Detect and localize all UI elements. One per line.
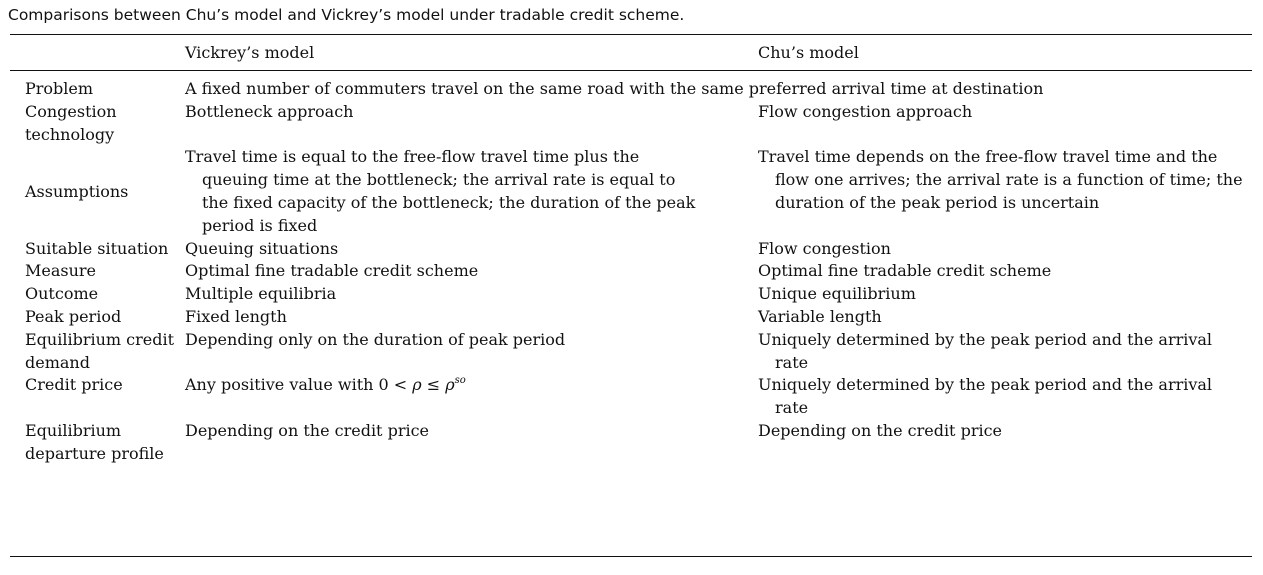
cell-chu: Flow congestion approach [758, 101, 973, 121]
cell-vickrey: Optimal fine tradable credit scheme [185, 261, 479, 281]
cell-chu: Optimal fine tradable credit scheme [758, 261, 1052, 281]
row-label-assumptions: Assumptions [25, 181, 129, 201]
cell-chu: Uniquely determined by the peak period a… [758, 329, 1213, 372]
table-row: Problem A fixed number of commuters trav… [10, 78, 1252, 101]
row-label-equilibrium-credit-demand: Equilibrium credit demand [25, 329, 175, 372]
table-row: Peak period Fixed length Variable length [10, 306, 1252, 329]
row-label-peak-period: Peak period [25, 306, 122, 326]
table-row: Credit price Any positive value with 0 <… [10, 374, 1252, 420]
cell-vickrey: Fixed length [185, 306, 287, 326]
cell-vickrey: Travel time is equal to the free-flow tr… [185, 147, 696, 235]
row-label-credit-price: Credit price [25, 375, 123, 395]
row-label-outcome: Outcome [25, 284, 99, 304]
row-label-congestion-technology: Congestion technology [25, 101, 117, 144]
so-superscript: so [454, 375, 466, 387]
comparison-table: Vickrey’s model Chu’s model Problem A fi… [10, 42, 1252, 466]
table-row: Congestion technology Bottleneck approac… [10, 101, 1252, 147]
cell-problem: A fixed number of commuters travel on th… [185, 79, 1044, 98]
credit-price-text: Any positive value with 0 < [185, 375, 413, 395]
table-row: Outcome Multiple equilibria Unique equil… [10, 283, 1252, 306]
cell-vickrey: Depending on the credit price [185, 420, 430, 440]
header-vickrey: Vickrey’s model [185, 43, 315, 62]
spacer-row [10, 70, 1252, 78]
cell-vickrey-credit-price: Any positive value with 0 < ρ ≤ ρso [185, 374, 758, 420]
header-chu: Chu’s model [758, 43, 859, 62]
row-label-equilibrium-departure-profile: Equilibrium departure profile [25, 420, 164, 463]
header-row: Vickrey’s model Chu’s model [10, 42, 1252, 70]
row-label-problem: Problem [25, 79, 94, 98]
cell-chu: Unique equilibrium [758, 284, 916, 304]
table-caption: Comparisons between Chu’s model and Vick… [8, 6, 685, 24]
table-row: Equilibrium credit demand Depending only… [10, 329, 1252, 375]
table-row: Assumptions Travel time is equal to the … [10, 146, 1252, 237]
table-row: Suitable situation Queuing situations Fl… [10, 238, 1252, 261]
row-label-measure: Measure [25, 261, 97, 281]
table-row: Equilibrium departure profile Depending … [10, 420, 1252, 466]
cell-chu: Travel time depends on the free-flow tra… [758, 147, 1243, 212]
cell-chu: Flow congestion [758, 238, 891, 258]
table-row: Measure Optimal fine tradable credit sch… [10, 260, 1252, 283]
cell-vickrey: Bottleneck approach [185, 101, 354, 121]
row-label-suitable-situation: Suitable situation [25, 238, 169, 258]
bottom-rule [10, 556, 1252, 557]
top-rule [10, 34, 1252, 35]
leq-symbol: ≤ [421, 375, 446, 395]
cell-vickrey: Depending only on the duration of peak p… [185, 329, 566, 349]
cell-chu: Variable length [758, 306, 882, 326]
rho-symbol: ρ [445, 375, 455, 395]
cell-vickrey: Queuing situations [185, 238, 339, 258]
cell-chu: Uniquely determined by the peak period a… [758, 375, 1213, 418]
header-empty [10, 42, 185, 70]
cell-chu: Depending on the credit price [758, 420, 1003, 440]
rho-symbol: ρ [412, 375, 422, 395]
cell-vickrey: Multiple equilibria [185, 284, 337, 304]
